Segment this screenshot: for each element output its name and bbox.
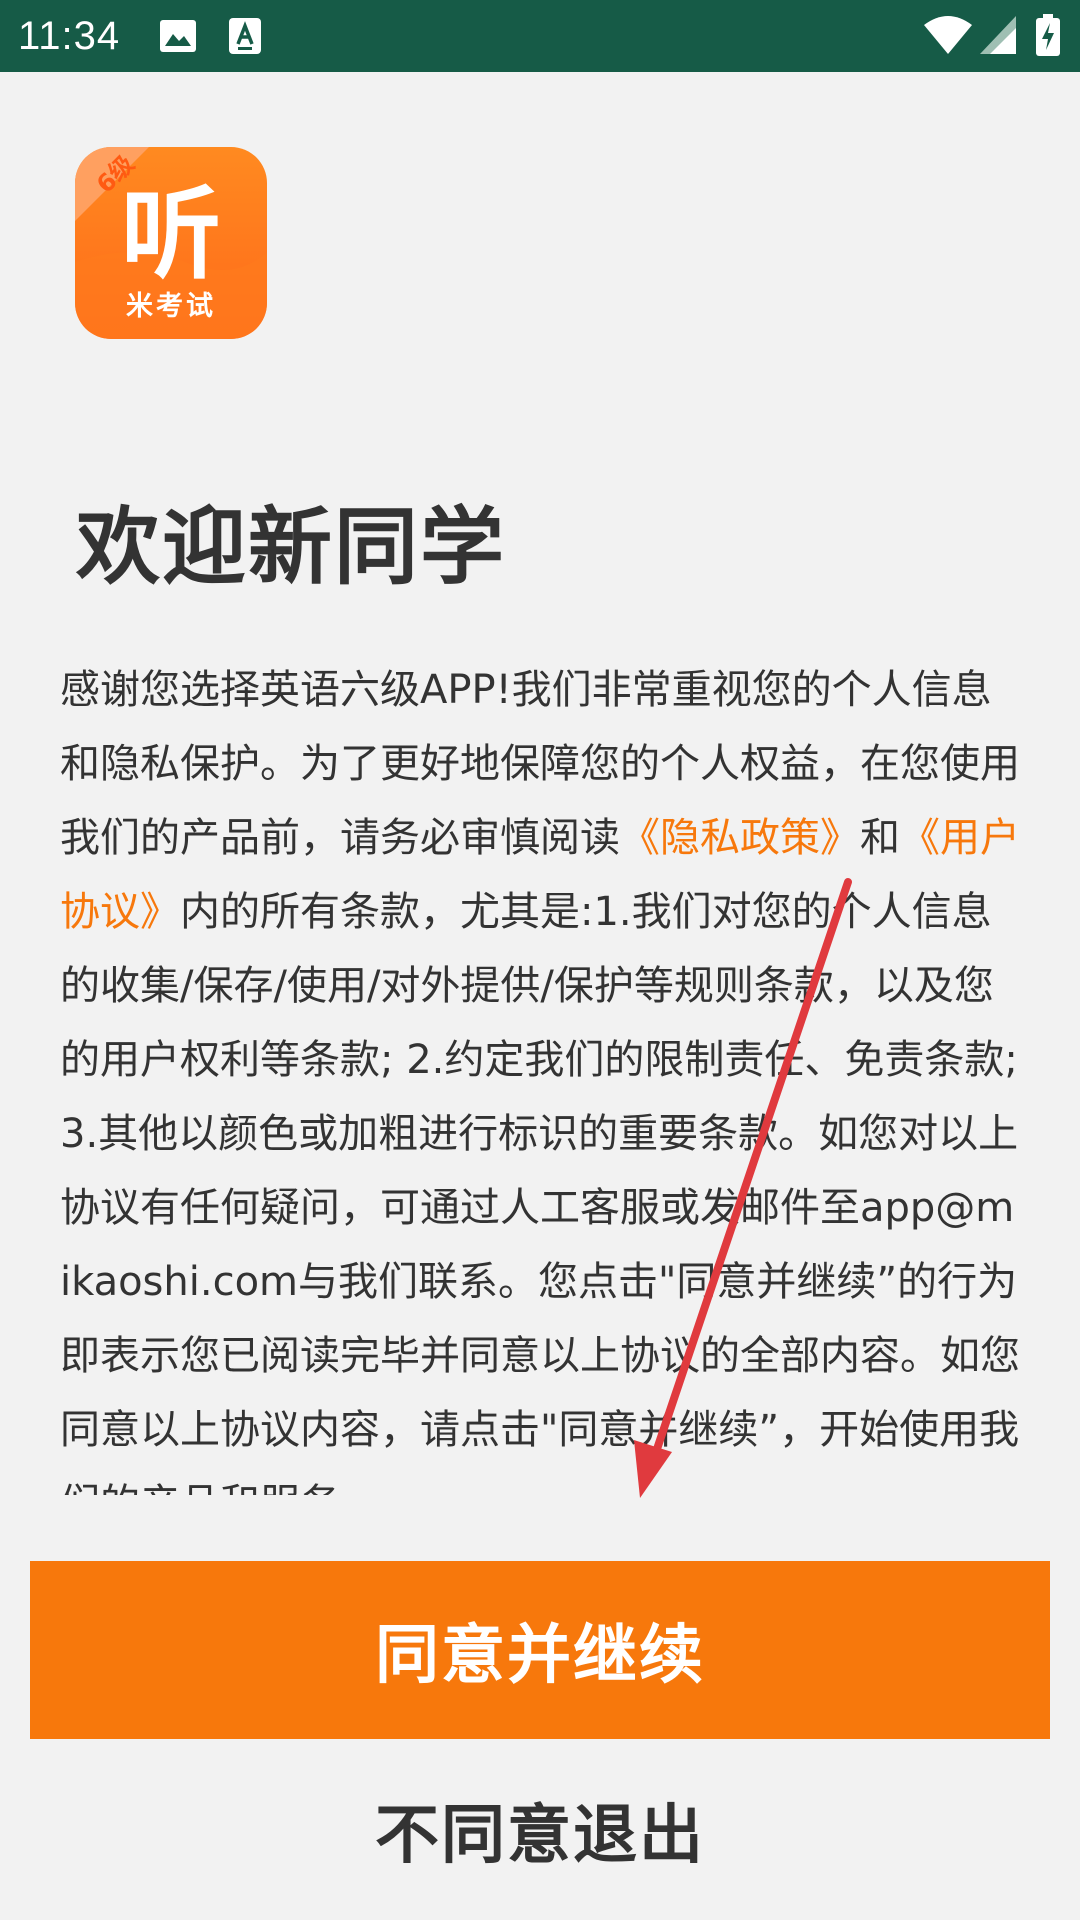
logo-main-character: 听: [121, 176, 221, 293]
image-icon: [160, 20, 196, 52]
disagree-exit-button[interactable]: 不同意退出: [30, 1770, 1050, 1890]
logo-subtitle: 米考试: [126, 291, 216, 322]
welcome-title: 欢迎新同学: [76, 498, 507, 596]
status-bar: 11:34: [0, 0, 1080, 72]
agreement-text-body: 内的所有条款，尤其是:1.我们对您的个人信息的收集/保存/使用/对外提供/保护等…: [60, 889, 1020, 1495]
text-format-icon: [229, 18, 261, 54]
cellular-signal-icon: [980, 16, 1016, 54]
agree-and-continue-button[interactable]: 同意并继续: [30, 1561, 1050, 1739]
agreement-text: 感谢您选择英语六级APP!我们非常重视您的个人信息和隐私保护。为了更好地保障您的…: [60, 653, 1020, 1495]
wifi-icon: [924, 16, 972, 54]
app-logo: 6级 听 米考试: [75, 147, 267, 339]
battery-charging-icon: [1036, 14, 1060, 56]
status-time: 11:34: [18, 14, 121, 58]
privacy-policy-link[interactable]: 《隐私政策》: [620, 815, 860, 861]
agreement-text-and: 和: [860, 815, 900, 861]
agreement-scroll-area[interactable]: 感谢您选择英语六级APP!我们非常重视您的个人信息和隐私保护。为了更好地保障您的…: [60, 653, 1020, 1495]
